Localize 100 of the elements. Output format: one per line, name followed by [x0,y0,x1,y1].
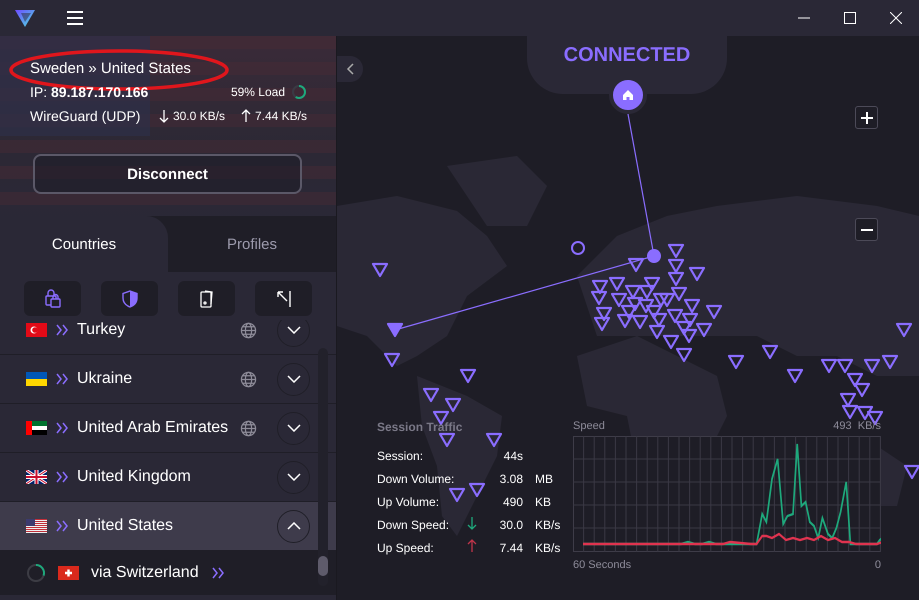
server-pin-icon[interactable] [682,312,698,328]
country-row[interactable]: United States [0,502,336,551]
upload-speed-text: 7.44 KB/s [254,109,307,123]
server-pin-icon[interactable] [372,262,388,278]
shield-filter-button[interactable] [101,281,158,316]
server-pin-icon[interactable] [444,398,462,412]
server-pin-icon[interactable] [632,314,648,330]
country-name: Ukraine [77,370,134,388]
flag-icon [26,470,47,484]
server-pin-icon[interactable] [786,368,804,384]
server-pin-icon[interactable] [728,354,744,370]
stat-label: Down Speed: [377,518,450,532]
server-pin-icon[interactable] [882,354,898,370]
server-pin-icon[interactable] [864,358,880,374]
server-pin-icon[interactable] [676,348,692,362]
server-pin-icon[interactable] [680,328,698,344]
zoom-in-button[interactable] [855,106,878,129]
flag-icon [26,421,47,435]
server-pin-icon[interactable] [592,280,608,294]
server-pin-icon[interactable] [616,314,634,328]
load-ring-icon [291,84,307,100]
server-pin-icon[interactable] [608,276,626,292]
secure-core-filter-button[interactable] [24,281,81,316]
p2p-filter-button[interactable] [178,281,235,316]
server-pin-icon[interactable] [836,358,854,374]
server-pin-icon[interactable] [486,432,502,448]
chevron-icon [286,424,300,432]
plus-icon [860,112,872,124]
server-pin-icon[interactable] [820,358,838,374]
server-pin-icon[interactable] [668,272,684,286]
server-pin-icon[interactable] [596,306,612,322]
server-pin-icon[interactable] [668,258,684,274]
server-pin-icon[interactable] [670,286,688,302]
server-pin-icon[interactable] [624,284,642,300]
server-pin-icon[interactable] [684,298,700,314]
server-pin-icon[interactable] [384,352,400,368]
expand-button[interactable] [277,320,310,346]
server-pin-icon[interactable] [696,322,712,338]
server-pin-icon[interactable] [646,304,662,320]
server-pin-icon[interactable] [648,324,666,340]
chevron-icon [286,375,300,383]
server-pin-icon[interactable] [658,292,676,308]
tor-filter-button[interactable] [255,281,312,316]
expand-button[interactable] [277,412,310,444]
server-pin-icon[interactable] [668,244,684,258]
server-pin-icon[interactable] [594,316,610,332]
flag-icon [26,519,47,533]
arrow-to-line-icon [276,290,292,308]
server-pin-icon[interactable] [706,304,722,320]
server-pin-icon[interactable] [638,298,654,314]
server-pin-icon[interactable] [762,344,778,360]
server-pin-icon[interactable] [666,308,684,324]
server-pin-icon[interactable] [842,404,858,420]
country-row[interactable]: Turkey [0,320,336,355]
server-pin-icon[interactable] [468,482,486,498]
locks-icon [44,288,62,308]
chevron-left-icon [346,63,354,75]
server-pin-icon[interactable] [638,284,656,300]
server-pin-icon[interactable] [896,322,912,338]
graph-max-label: 493 KB/s [833,420,881,434]
tab[interactable]: Countries [0,216,168,272]
server-pin-icon[interactable] [438,432,456,448]
expand-button[interactable] [277,510,310,542]
server-pin-icon[interactable] [644,276,660,292]
server-pin-icon[interactable] [904,464,919,480]
server-pin-icon[interactable] [854,382,870,398]
expand-button[interactable] [277,362,310,396]
server-pin-icon[interactable] [856,406,874,420]
server-pin-icon[interactable] [652,292,670,308]
menu-button[interactable] [66,10,84,26]
double-chevron-icon [55,422,69,434]
flag-icon [58,566,79,580]
server-pin-icon[interactable] [628,258,644,272]
graph-end-label: 0 [874,559,881,571]
stat-label: Session: [377,448,424,462]
disconnect-button[interactable]: Disconnect [33,154,302,194]
server-pin-icon[interactable] [840,392,856,408]
server-pin-icon[interactable] [650,312,668,328]
stat-label: Down Volume: [377,472,454,486]
server-pin-icon[interactable] [662,334,680,350]
server-pin-icon[interactable] [626,296,644,312]
expand-button[interactable] [277,460,310,494]
server-pin-icon[interactable] [610,292,628,308]
double-chevron-icon [55,324,69,336]
server-pin-icon[interactable] [620,304,638,320]
server-pin-icon[interactable] [422,388,440,402]
close-icon [890,12,902,24]
stat-label: Up Speed: [377,540,434,554]
zoom-out-button[interactable] [855,218,878,241]
server-pin-icon[interactable] [676,320,692,336]
double-chevron-icon [55,471,69,483]
server-pin-icon[interactable] [460,368,476,384]
collapse-sidebar-button[interactable] [337,56,363,82]
server-pin-icon[interactable] [590,290,608,306]
server-name: via Switzerland [91,564,199,582]
server-pin-icon[interactable] [846,372,864,388]
connected-server-pin-icon[interactable] [386,322,404,338]
scrollbar[interactable] [318,348,328,586]
server-pin-icon[interactable] [448,488,466,502]
server-pin-icon[interactable] [688,266,706,282]
